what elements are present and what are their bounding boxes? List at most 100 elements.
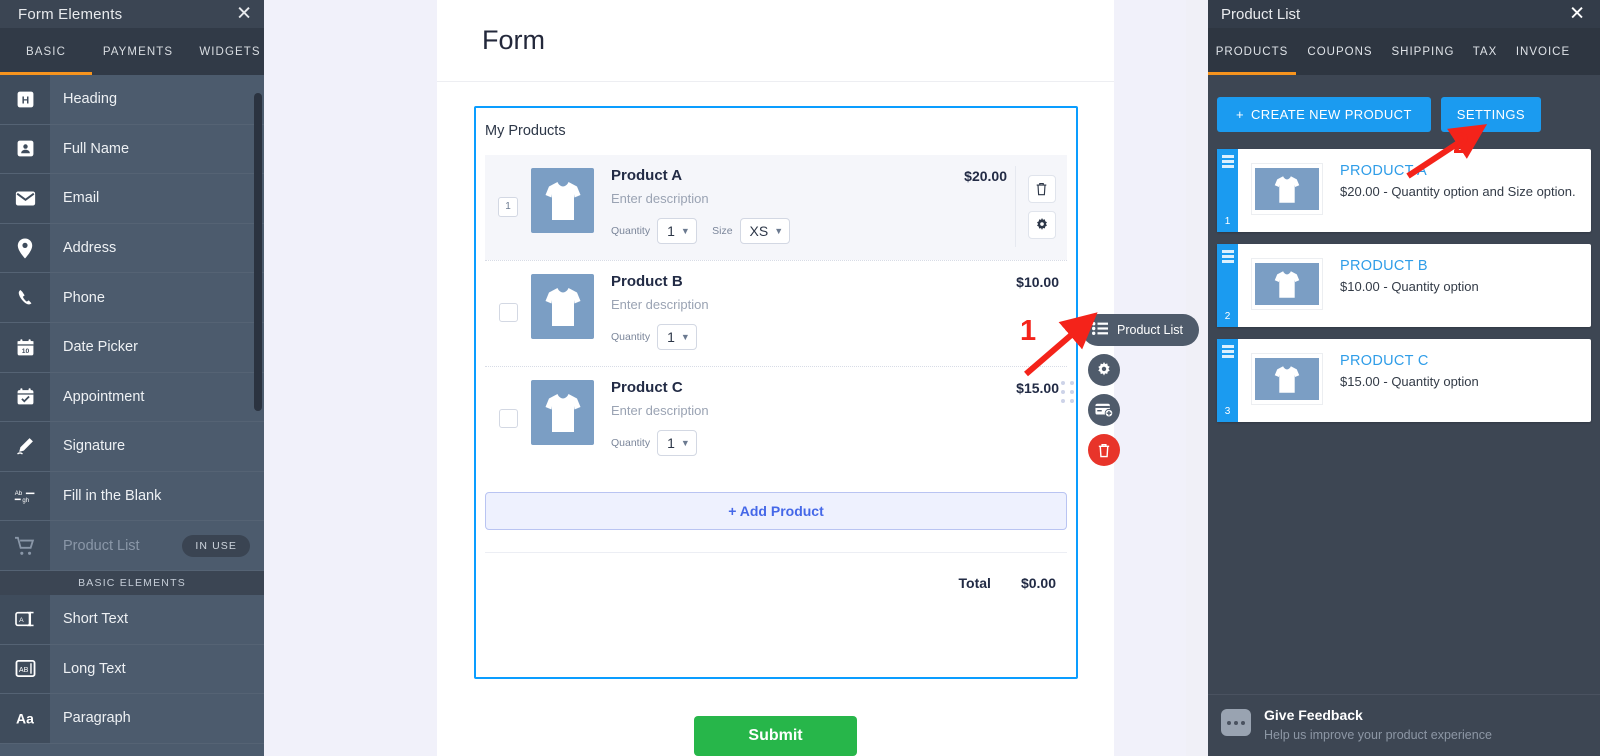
product-checkbox[interactable] — [498, 409, 518, 428]
chat-bubble-icon — [1221, 709, 1251, 736]
total-value: $0.00 — [1020, 575, 1056, 591]
sidebar-item-long-text[interactable]: AB Long Text — [0, 644, 264, 695]
product-name: Product B — [611, 273, 683, 290]
sidebar-scrollbar[interactable] — [254, 93, 262, 411]
add-payment-icon[interactable] — [1088, 394, 1120, 426]
settings-button[interactable]: SETTINGS — [1440, 97, 1542, 132]
tab-coupons[interactable]: COUPONS — [1296, 46, 1384, 58]
tab-products[interactable]: PRODUCTS — [1208, 46, 1296, 58]
quantity-value: 1 — [667, 435, 675, 451]
option-label-quantity: Quantity — [611, 437, 651, 449]
sidebar-item-short-text[interactable]: A Short Text — [0, 594, 264, 645]
product-info: Product C Enter description Quantity 1 ▼ — [594, 378, 1016, 456]
quantity-value: 1 — [667, 329, 675, 345]
product-row[interactable]: Product B Enter description Quantity 1 ▼… — [485, 261, 1067, 366]
drag-dot — [1061, 390, 1065, 394]
product-name: Product C — [611, 379, 683, 396]
create-new-product-button[interactable]: + CREATE NEW PRODUCT — [1217, 97, 1431, 132]
size-select[interactable]: XS ▼ — [739, 218, 791, 244]
sidebar-item-appointment[interactable]: Appointment — [0, 372, 264, 423]
chevron-down-icon: ▼ — [680, 332, 690, 342]
tab-shipping[interactable]: SHIPPING — [1384, 46, 1462, 58]
product-list-panel: Product List ✕ PRODUCTS COUPONS SHIPPING… — [1208, 0, 1600, 756]
product-card[interactable]: 1 PRODUCT A $20.00 - Quantity option and… — [1217, 149, 1591, 232]
long-text-icon: AB — [0, 644, 50, 694]
quantity-select[interactable]: 1 ▼ — [657, 324, 698, 350]
product-thumbnail — [531, 380, 594, 445]
product-list-widget[interactable]: My Products 1 Product A Enter descriptio… — [474, 106, 1078, 679]
sidebar-item-product-list[interactable]: Product List IN USE — [0, 521, 264, 571]
product-price: $10.00 — [1016, 274, 1059, 290]
tab-payments[interactable]: PAYMENTS — [92, 46, 184, 58]
product-card[interactable]: 3 PRODUCT C $15.00 - Quantity option — [1217, 339, 1591, 422]
product-checkbox[interactable] — [498, 303, 518, 322]
tab-widgets[interactable]: WIDGETS — [184, 46, 264, 58]
sidebar-item-paragraph[interactable]: Aa Paragraph — [0, 694, 264, 744]
form-sheet: Form My Products 1 Product A Enter descr… — [437, 0, 1114, 756]
product-card-thumbnail — [1251, 163, 1323, 215]
sidebar-item-email[interactable]: Email — [0, 174, 264, 224]
widget-toolbar-label-button[interactable]: Product List — [1082, 314, 1200, 346]
product-description: Enter description — [611, 297, 709, 312]
product-card-drag-handle[interactable]: 1 — [1217, 149, 1238, 232]
selected-count: 1 — [498, 196, 518, 217]
sidebar-item-date-picker[interactable]: 10 Date Picker — [0, 322, 264, 373]
product-card[interactable]: 2 PRODUCT B $10.00 - Quantity option — [1217, 244, 1591, 327]
calendar-check-icon — [0, 372, 50, 422]
product-description: Enter description — [611, 191, 709, 206]
sidebar-item-signature[interactable]: Signature — [0, 422, 264, 472]
widget-delete-button[interactable] — [1088, 434, 1120, 466]
product-card-description: $20.00 - Quantity option and Size option… — [1340, 184, 1576, 199]
submit-button[interactable]: Submit — [694, 716, 857, 756]
product-card-drag-handle[interactable]: 3 — [1217, 339, 1238, 422]
tab-basic[interactable]: BASIC — [0, 46, 92, 58]
grip-icon — [1221, 345, 1234, 358]
product-options: Quantity 1 ▼ — [611, 430, 1016, 456]
sidebar-item-address[interactable]: Address — [0, 223, 264, 274]
tab-invoice[interactable]: INVOICE — [1508, 46, 1578, 58]
quantity-select[interactable]: 1 ▼ — [657, 430, 698, 456]
sidebar-item-label: Email — [63, 190, 100, 207]
product-card-body: PRODUCT C $15.00 - Quantity option — [1323, 339, 1591, 422]
envelope-icon — [0, 174, 50, 223]
give-feedback-subtitle: Help us improve your product experience — [1264, 728, 1492, 742]
product-settings-button[interactable] — [1027, 210, 1056, 239]
tab-tax[interactable]: TAX — [1462, 46, 1508, 58]
add-product-button[interactable]: + Add Product — [485, 492, 1067, 530]
annotation-number-1: 1 — [1020, 315, 1037, 347]
widget-settings-button[interactable] — [1088, 354, 1120, 386]
create-new-product-label: CREATE NEW PRODUCT — [1251, 107, 1412, 122]
option-label-quantity: Quantity — [611, 225, 651, 237]
sidebar-item-full-name[interactable]: Full Name — [0, 124, 264, 175]
svg-text:10: 10 — [21, 348, 29, 355]
sidebar-item-fill-in-the-blank[interactable]: Ab gh Fill in the Blank — [0, 471, 264, 522]
drag-dot — [1070, 390, 1074, 394]
delete-product-button[interactable] — [1027, 174, 1056, 203]
sidebar-item-heading[interactable]: H Heading — [0, 75, 264, 125]
product-card-index: 2 — [1224, 311, 1231, 322]
submit-area: Submit — [437, 716, 1114, 756]
close-icon[interactable]: ✕ — [1569, 3, 1585, 26]
product-info: Product B Enter description Quantity 1 ▼ — [594, 272, 1016, 350]
total-row: Total $0.00 — [476, 553, 1076, 591]
product-row[interactable]: 1 Product A Enter description Quantity 1… — [485, 155, 1067, 260]
close-icon[interactable]: ✕ — [236, 5, 252, 24]
list-icon — [1092, 322, 1108, 338]
sidebar-item-label: Short Text — [63, 611, 129, 628]
sidebar-item-phone[interactable]: Phone — [0, 273, 264, 323]
product-description: Enter description — [611, 403, 709, 418]
give-feedback-button[interactable]: Give Feedback Help us improve your produ… — [1208, 694, 1600, 756]
widget-toolbar: Product List — [1082, 314, 1200, 466]
drag-handle[interactable] — [1061, 381, 1074, 403]
quantity-select[interactable]: 1 ▼ — [657, 218, 698, 244]
product-card-body: PRODUCT B $10.00 - Quantity option — [1323, 244, 1591, 327]
product-select — [485, 303, 531, 322]
product-card-drag-handle[interactable]: 2 — [1217, 244, 1238, 327]
svg-text:AB: AB — [18, 666, 28, 674]
product-card-name: PRODUCT C — [1340, 353, 1429, 369]
product-card-description: $10.00 - Quantity option — [1340, 279, 1479, 294]
widget-toolbar-label: Product List — [1117, 323, 1184, 337]
plus-icon: + — [1236, 107, 1244, 122]
product-select — [485, 409, 531, 428]
product-row[interactable]: Product C Enter description Quantity 1 ▼… — [485, 367, 1067, 472]
